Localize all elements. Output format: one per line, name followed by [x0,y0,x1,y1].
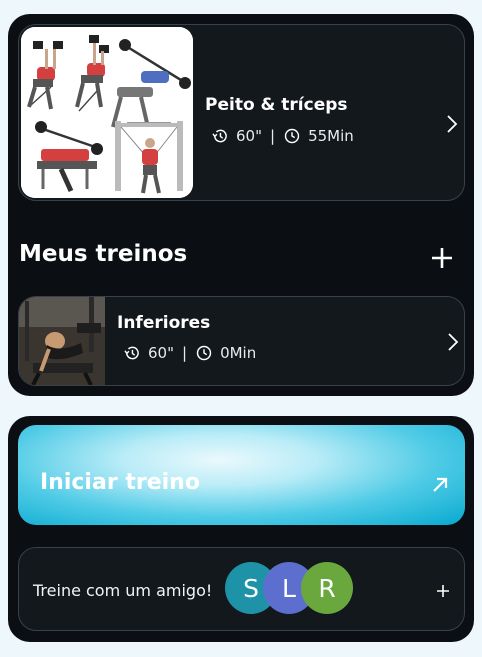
history-icon [212,129,227,143]
rest-time: 60" [236,127,262,145]
arrow-up-right-icon [433,477,448,492]
featured-workout-card[interactable]: Peito & tríceps 60" | 55Min [18,24,465,201]
section-title: Meus treinos [19,241,188,267]
workout-card[interactable]: Inferiores 60" | 0Min [18,296,465,386]
meta-separator: | [182,344,188,362]
workouts-panel: Peito & tríceps 60" | 55Min Meus treinos [8,14,474,396]
plus-icon[interactable] [437,585,449,597]
workout-title: Inferiores [117,313,211,333]
avatar: R [301,562,353,614]
history-icon [124,346,139,360]
rest-time: 60" [148,344,174,362]
workout-duration: 0Min [220,344,257,362]
clock-icon [196,345,212,361]
clock-icon [284,128,300,144]
actions-panel: Iniciar treino Treine com um amigo! S L … [8,416,474,642]
featured-workout-title: Peito & tríceps [205,95,348,115]
meta-separator: | [270,127,276,145]
featured-workout-meta: 60" | 55Min [211,127,354,145]
workout-meta: 60" | 0Min [123,344,256,362]
start-workout-button[interactable]: Iniciar treino [18,425,465,525]
workout-duration: 55Min [308,127,354,145]
plus-icon[interactable] [430,246,454,270]
featured-workout-image [21,27,193,198]
workout-image [19,297,105,385]
train-with-friend-label: Treine com um amigo! [33,581,213,600]
train-with-friend-card[interactable]: Treine com um amigo! S L R [18,547,465,631]
start-workout-label: Iniciar treino [40,470,200,495]
chevron-right-icon[interactable] [445,114,459,134]
chevron-right-icon[interactable] [446,332,460,352]
